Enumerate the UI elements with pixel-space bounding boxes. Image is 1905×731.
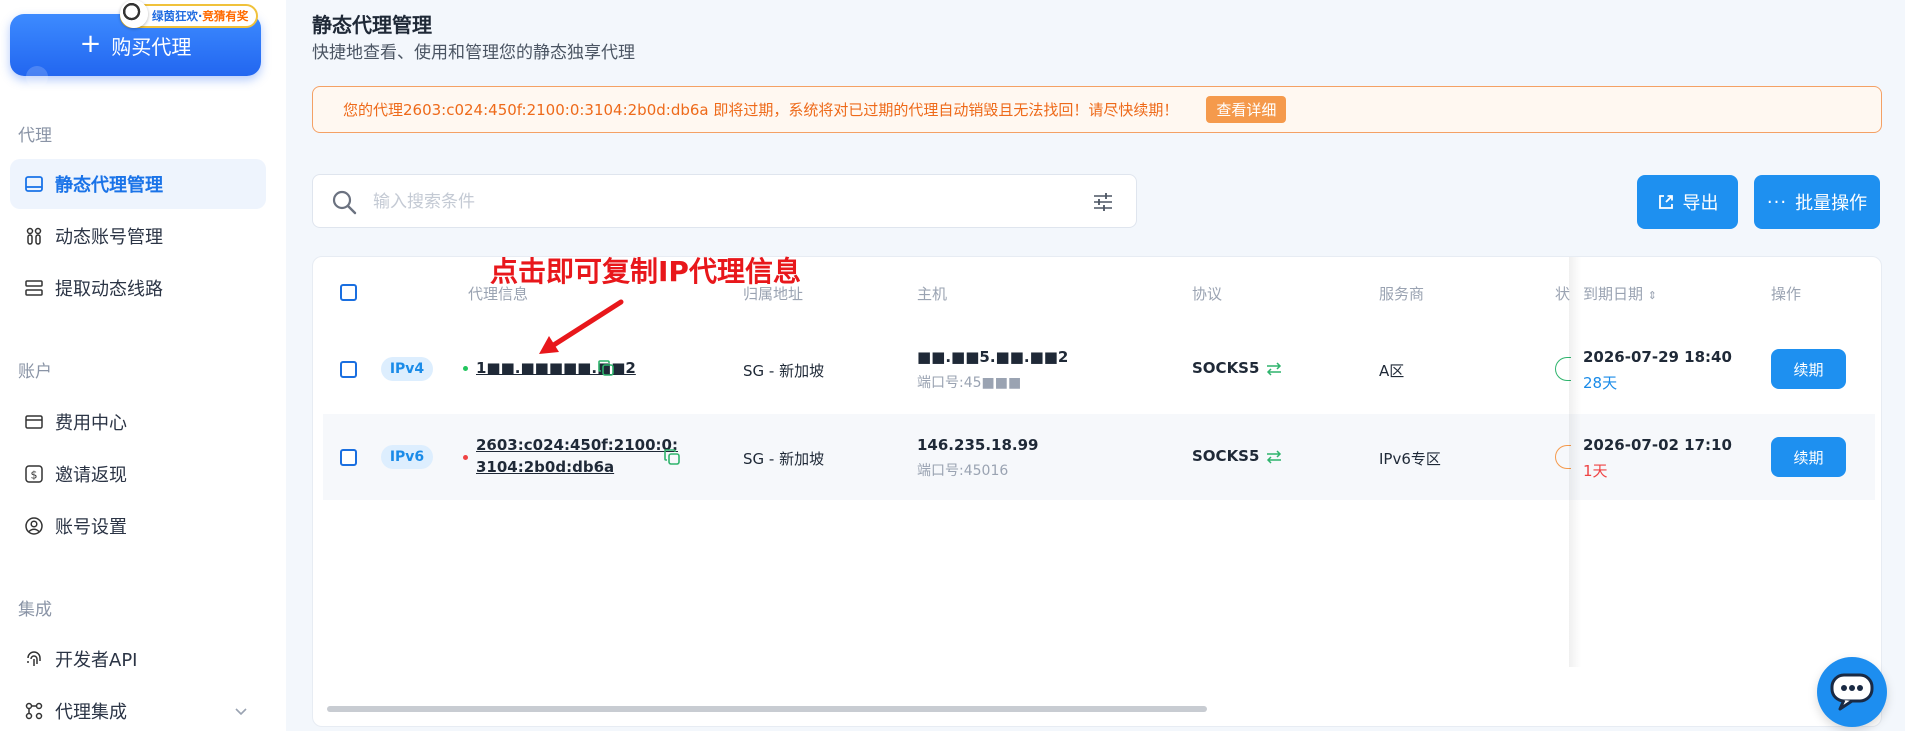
search-bar bbox=[312, 174, 1137, 228]
column-header-status: 状 bbox=[1555, 285, 1571, 303]
column-header-label: 到期日期 bbox=[1583, 285, 1644, 303]
remaining-days: 1天 bbox=[1583, 462, 1608, 480]
expiry-alert: 您的代理2603:c024:450f:2100:0:3104:2b0d:db6a… bbox=[312, 86, 1882, 133]
sidebar-item-label: 静态代理管理 bbox=[55, 175, 163, 196]
search-icon bbox=[332, 190, 357, 215]
swap-icon[interactable] bbox=[1265, 361, 1283, 376]
ip-type-tag: IPv6 bbox=[381, 445, 433, 469]
list-icon bbox=[23, 277, 45, 299]
sidebar-item-label: 动态账号管理 bbox=[55, 227, 163, 248]
host-cell: ■■.■■5.■■.■■2 bbox=[917, 348, 1069, 366]
plus-icon: + bbox=[79, 28, 102, 59]
server-icon bbox=[23, 173, 45, 195]
promo-text: 绿茵狂欢· bbox=[152, 9, 203, 23]
alert-text: 您的代理2603:c024:450f:2100:0:3104:2b0d:db6a… bbox=[343, 101, 1179, 119]
sidebar-item-label: 提取动态线路 bbox=[55, 279, 163, 300]
chat-support-button[interactable] bbox=[1817, 657, 1887, 727]
status-dot bbox=[463, 366, 468, 371]
swap-icon[interactable] bbox=[1265, 449, 1283, 464]
sidebar-item-invite[interactable]: $ 邀请返现 bbox=[10, 449, 266, 499]
ip-type-tag: IPv4 bbox=[381, 357, 433, 381]
promo-highlight: 竞猜有奖 bbox=[202, 9, 249, 23]
sidebar-item-developer-api[interactable]: 开发者API bbox=[10, 634, 266, 684]
sidebar-item-dynamic-account[interactable]: 动态账号管理 bbox=[10, 211, 266, 261]
column-header-provider: 服务商 bbox=[1379, 285, 1425, 303]
status-dot bbox=[463, 455, 468, 460]
copy-icon[interactable] bbox=[663, 448, 681, 466]
ip-address-link-line2[interactable]: 3104:2b0d:db6a bbox=[476, 458, 614, 476]
sort-icon: ⇕ bbox=[1647, 289, 1658, 302]
remaining-days: 28天 bbox=[1583, 374, 1618, 392]
provider-cell: IPv6专区 bbox=[1379, 450, 1441, 468]
row-checkbox[interactable] bbox=[340, 449, 357, 466]
batch-operation-button[interactable]: ··· 批量操作 bbox=[1754, 175, 1880, 229]
users-icon bbox=[23, 225, 45, 247]
user-circle-icon bbox=[23, 515, 45, 537]
fingerprint-icon bbox=[23, 648, 45, 670]
sidebar-item-label: 代理集成 bbox=[55, 702, 127, 723]
annotation-arrow-icon bbox=[539, 299, 624, 354]
integration-icon bbox=[23, 700, 45, 722]
renew-button[interactable]: 续期 bbox=[1771, 349, 1846, 389]
page-subtitle: 快捷地查看、使用和管理您的静态独享代理 bbox=[312, 43, 635, 63]
sidebar-item-label: 账号设置 bbox=[55, 517, 127, 538]
svg-text:$: $ bbox=[31, 469, 38, 482]
annotation-label: 点击即可复制IP代理信息 bbox=[490, 255, 801, 288]
sidebar-item-extract-lines[interactable]: 提取动态线路 bbox=[10, 263, 266, 313]
location-cell: SG - 新加坡 bbox=[743, 450, 825, 468]
dollar-icon: $ bbox=[23, 463, 45, 485]
host-cell: 146.235.18.99 bbox=[917, 436, 1039, 454]
export-button[interactable]: 导出 bbox=[1637, 175, 1738, 229]
filter-icon[interactable] bbox=[1092, 191, 1114, 213]
section-integration: 集成 bbox=[18, 600, 52, 620]
football-icon bbox=[120, 0, 148, 28]
sidebar-item-label: 开发者API bbox=[55, 650, 138, 671]
more-dots-icon: ··· bbox=[1766, 191, 1788, 213]
buy-proxy-label: 购买代理 bbox=[111, 34, 192, 59]
sidebar-item-static-proxy[interactable]: 静态代理管理 bbox=[10, 159, 266, 209]
column-header-expire-date[interactable]: 到期日期 ⇕ bbox=[1583, 283, 1657, 304]
row-checkbox[interactable] bbox=[340, 361, 357, 378]
ip-address-link[interactable]: 2603:c024:450f:2100:0: bbox=[476, 436, 678, 454]
column-header-action: 操作 bbox=[1771, 285, 1802, 303]
location-cell: SG - 新加坡 bbox=[743, 362, 825, 380]
protocol-cell: SOCKS5 bbox=[1192, 447, 1283, 465]
sidebar-item-account-settings[interactable]: 账号设置 bbox=[10, 501, 266, 551]
export-icon bbox=[1658, 195, 1673, 209]
horizontal-scrollbar[interactable] bbox=[327, 706, 1207, 712]
sidebar-item-billing[interactable]: 费用中心 bbox=[10, 397, 266, 447]
select-all-checkbox[interactable] bbox=[340, 284, 357, 301]
renew-button[interactable]: 续期 bbox=[1771, 437, 1846, 477]
sidebar: + 购买代理 绿茵狂欢· 竞猜有奖 代理 静态代理管理 动态账号管理 提取动态线路… bbox=[0, 0, 286, 731]
sidebar-item-proxy-integration[interactable]: 代理集成 bbox=[10, 686, 266, 731]
section-account: 账户 bbox=[18, 362, 52, 382]
sidebar-item-label: 费用中心 bbox=[55, 413, 127, 434]
page-title: 静态代理管理 bbox=[312, 13, 432, 37]
column-header-host: 主机 bbox=[917, 285, 948, 303]
wallet-icon bbox=[23, 411, 45, 433]
search-input[interactable] bbox=[373, 187, 1053, 217]
column-header-protocol: 协议 bbox=[1192, 285, 1223, 303]
chevron-down-icon[interactable] bbox=[232, 702, 250, 720]
sidebar-item-label: 邀请返现 bbox=[55, 465, 127, 486]
protocol-cell: SOCKS5 bbox=[1192, 359, 1283, 377]
fixed-column-shadow bbox=[1569, 257, 1581, 667]
table-row: IPv6 2603:c024:450f:2100:0: 3104:2b0d:db… bbox=[323, 414, 1875, 500]
provider-cell: A区 bbox=[1379, 362, 1405, 380]
expire-date-cell: 2026-07-29 18:40 bbox=[1583, 348, 1732, 366]
port-cell: 端口号:45016 bbox=[917, 463, 1009, 479]
protocol-label: SOCKS5 bbox=[1192, 359, 1260, 377]
export-label: 导出 bbox=[1682, 193, 1719, 214]
port-cell: 端口号:45■■■ bbox=[917, 375, 1022, 391]
view-details-button[interactable]: 查看详细 bbox=[1206, 96, 1287, 123]
protocol-label: SOCKS5 bbox=[1192, 447, 1260, 465]
football-icon bbox=[26, 66, 48, 88]
copy-icon[interactable] bbox=[597, 359, 615, 377]
promo-badge[interactable]: 绿茵狂欢· 竞猜有奖 bbox=[120, 0, 259, 28]
section-proxy: 代理 bbox=[18, 126, 52, 146]
chat-icon bbox=[1830, 673, 1874, 711]
expire-date-cell: 2026-07-02 17:10 bbox=[1583, 436, 1732, 454]
batch-label: 批量操作 bbox=[1795, 193, 1868, 214]
